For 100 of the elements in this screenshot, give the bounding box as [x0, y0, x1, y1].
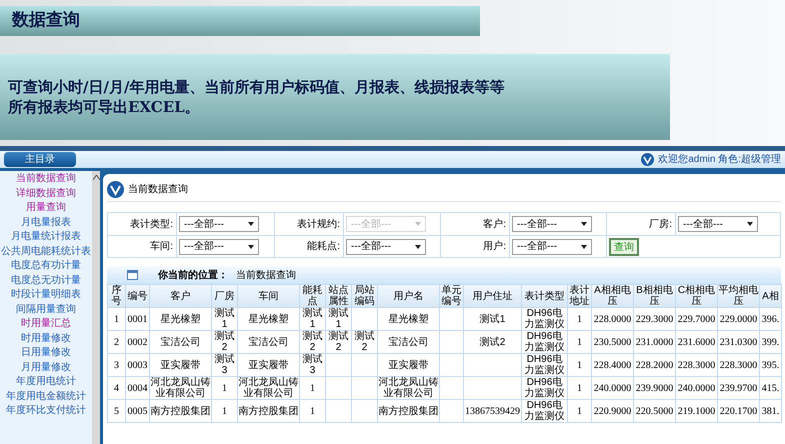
- table-cell: 1: [577, 382, 582, 394]
- logo-icon: [107, 181, 124, 198]
- sidebar-item[interactable]: 月电量报表: [21, 216, 71, 230]
- caret-icon: [581, 244, 587, 248]
- menu-tab[interactable]: 主目录: [4, 152, 76, 167]
- table-cell: 测试2: [480, 336, 506, 348]
- sidebar-item[interactable]: 时用量修改: [21, 332, 71, 346]
- column-header: 站点属性: [328, 285, 348, 307]
- table-cell: 228.4000: [594, 360, 632, 370]
- sidebar-item[interactable]: 年度用电统计: [16, 375, 76, 390]
- table-cell: 1: [577, 336, 582, 348]
- table-cell: 1: [310, 406, 315, 416]
- table-cell: 南方控股集团: [378, 406, 438, 416]
- table-cell: 220.9000: [594, 406, 632, 416]
- table-cell: 231.0000: [636, 336, 674, 348]
- table-cell: 1: [222, 382, 227, 394]
- filter-label: 表计类型:: [129, 218, 174, 232]
- table-cell: 测试3: [214, 354, 234, 376]
- sidebar-item[interactable]: 月电量统计报表: [11, 230, 81, 244]
- column-header: A相: [762, 290, 779, 302]
- dropdown-field[interactable]: ---全部---: [346, 238, 426, 254]
- sidebar-item[interactable]: 年度环比支付统计: [6, 404, 86, 418]
- filter-label: 客户:: [482, 218, 507, 232]
- table-cell: 220.5000: [636, 406, 674, 416]
- table-cell: 河北龙凤山铸业有限公司: [378, 377, 438, 399]
- dropdown-field[interactable]: ---全部---: [512, 238, 592, 254]
- table-cell: 测试2: [302, 331, 322, 353]
- table-cell: 1: [310, 382, 315, 394]
- sidebar-item[interactable]: 日用量修改: [21, 346, 71, 360]
- dropdown-field[interactable]: ---全部---: [512, 216, 592, 232]
- caret-icon: [581, 222, 587, 226]
- scrollbar[interactable]: [92, 171, 100, 444]
- sidebar-item[interactable]: 月用量修改: [21, 360, 71, 375]
- scroll-up-icon[interactable]: [92, 175, 100, 180]
- sidebar-item[interactable]: 用量查询: [26, 201, 66, 216]
- dropdown-field[interactable]: ---全部---: [678, 216, 758, 232]
- table-cell: DH96电力监测仪: [524, 377, 564, 399]
- table-cell: DH96电力监测仪: [524, 354, 564, 376]
- column-header: B相相电压: [636, 285, 673, 307]
- table-cell: 228.2000: [636, 360, 674, 370]
- table-cell: 0003: [128, 360, 148, 370]
- table-cell: 240.0000: [594, 382, 632, 394]
- table-cell: 亚实履带: [160, 360, 200, 370]
- sidebar-item[interactable]: 详细数据查询: [16, 186, 76, 201]
- table-cell: 宝洁公司: [388, 336, 428, 348]
- dropdown-field[interactable]: ---全部---: [179, 216, 259, 232]
- column-header: 用户住址: [472, 290, 512, 302]
- table-cell: 0002: [128, 336, 148, 348]
- table-cell: 239.9700: [720, 382, 758, 394]
- location-value: 当前数据查询: [236, 268, 296, 282]
- sidebar-item[interactable]: 时段计量明细表: [11, 288, 81, 302]
- table-cell: 230.5000: [594, 336, 632, 348]
- caret-icon: [415, 244, 421, 248]
- welcome-text: 欢迎您admin 角色:超级管理: [658, 152, 781, 167]
- table-cell: 测试2: [354, 331, 374, 353]
- caret-icon: [747, 222, 753, 226]
- column-header: 序号: [112, 285, 122, 307]
- filter-label: 能耗点:: [306, 240, 341, 254]
- slide-text-line: 所有报表均可导出EXCEL。: [8, 97, 201, 117]
- table-cell: 399.: [762, 336, 780, 348]
- table-cell: 2: [114, 336, 119, 348]
- query-button[interactable]: 查询: [609, 238, 639, 256]
- column-header: 表计类型: [524, 290, 564, 302]
- sidebar-item[interactable]: 年度用电金额统计: [6, 390, 86, 404]
- table-cell: 228.3000: [678, 360, 716, 370]
- table-cell: 220.1700: [720, 406, 758, 416]
- sidebar-item[interactable]: 公共周电能耗统计表: [1, 244, 91, 259]
- slide-text-line: 可查询小时/日/月/年用电量、当前所有用户标码值、月报表、线损报表等等: [8, 77, 506, 97]
- caret-icon: [248, 244, 254, 248]
- table-cell: 240.0000: [678, 382, 716, 394]
- column-header: 车间: [258, 290, 278, 302]
- sidebar-item[interactable]: 当前数据查询: [16, 172, 76, 186]
- caret-icon: [415, 222, 421, 226]
- table-cell: 河北龙凤山铸业有限公司: [238, 377, 298, 399]
- table-cell: 亚实履带: [248, 360, 288, 370]
- sidebar-item[interactable]: 电度总有功计量: [11, 259, 81, 274]
- table-cell: 239.9000: [636, 382, 674, 394]
- filter-label: 厂房:: [648, 218, 673, 232]
- table-cell: 396.: [762, 314, 780, 324]
- filter-label: 表计规约:: [296, 218, 341, 232]
- table-cell: 231.0300: [720, 336, 758, 348]
- filter-label: 用户:: [482, 240, 507, 254]
- column-header: 编号: [128, 290, 148, 302]
- table-cell: 13867539429: [465, 406, 520, 416]
- table-cell: DH96电力监测仪: [524, 331, 564, 353]
- table-cell: 测试1: [328, 308, 348, 330]
- table-cell: 0005: [128, 406, 148, 416]
- sidebar-item[interactable]: 时用量汇总: [21, 317, 71, 332]
- slide-title: 数据查询: [12, 9, 80, 32]
- column-header: 表计地址: [570, 285, 590, 307]
- filter-label: 车间:: [149, 240, 174, 254]
- sidebar-item[interactable]: 电度总无功计量: [11, 274, 81, 288]
- column-header: 厂房: [214, 290, 234, 302]
- column-header: 用户名: [394, 290, 424, 302]
- table-cell: 1: [577, 406, 582, 416]
- table-cell: 3: [114, 360, 119, 370]
- dropdown-field[interactable]: ---全部---: [179, 238, 259, 254]
- sidebar-item[interactable]: 间隔用量查询: [16, 302, 76, 317]
- column-header: 能耗点: [302, 285, 322, 307]
- column-header: A相相电压: [594, 285, 631, 307]
